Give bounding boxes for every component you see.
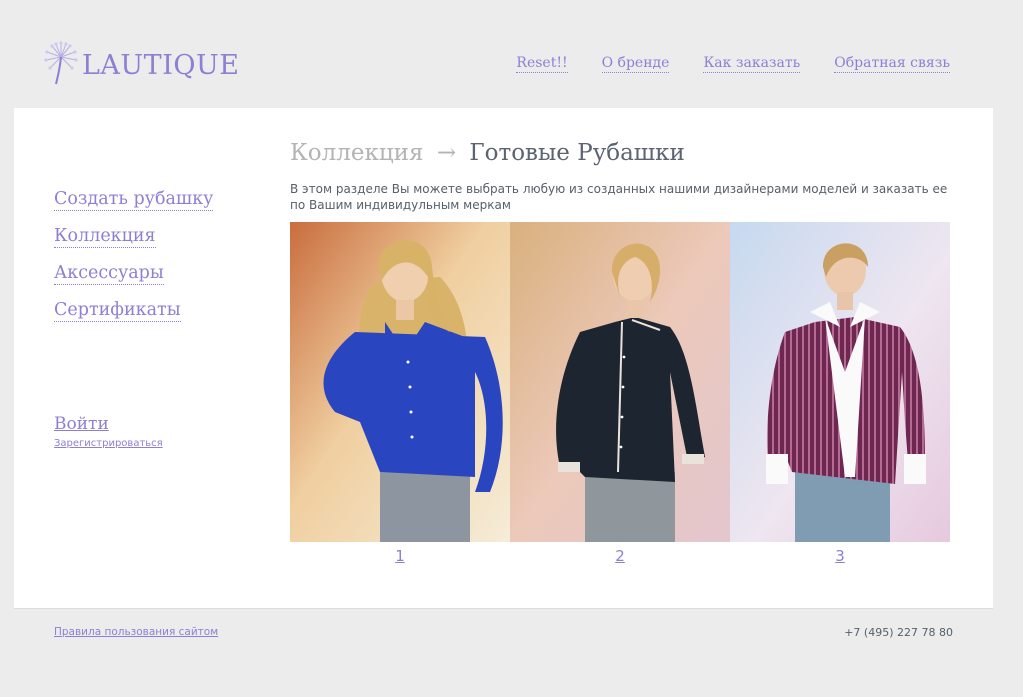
nav-about-brand[interactable]: О бренде: [601, 55, 670, 73]
breadcrumb-current: Готовые Рубашки: [469, 140, 685, 166]
auth-links: Войти Зарегистрироваться: [54, 414, 163, 449]
register-link[interactable]: Зарегистрироваться: [54, 438, 163, 449]
page-title: Коллекция → Готовые Рубашки: [290, 140, 685, 166]
breadcrumb-arrow: →: [436, 140, 457, 166]
logo[interactable]: LAUTIQUE: [42, 40, 239, 86]
sidebar-item-certificates[interactable]: Сертификаты: [54, 299, 181, 322]
nav-how-to-order[interactable]: Как заказать: [703, 55, 801, 73]
sidebar-item-create-shirt[interactable]: Создать рубашку: [54, 188, 214, 211]
gallery-link-1[interactable]: 1: [395, 547, 405, 565]
nav-reset[interactable]: Reset!!: [516, 55, 568, 73]
gallery-item: 2: [510, 222, 730, 565]
gallery-link-2[interactable]: 2: [615, 547, 625, 565]
shirt-photo-1[interactable]: [290, 222, 510, 542]
login-link[interactable]: Войти: [54, 414, 109, 434]
terms-link[interactable]: Правила пользования сайтом: [54, 626, 218, 638]
model-blue-shirt-image: [290, 222, 510, 542]
section-description: В этом разделе Вы можете выбрать любую и…: [290, 182, 948, 212]
content-panel: Создать рубашку Коллекция Аксессуары Сер…: [14, 108, 993, 609]
shirt-photo-3[interactable]: [730, 222, 950, 542]
sidebar-item-collection[interactable]: Коллекция: [54, 225, 156, 248]
shirt-gallery: 1 2 3: [290, 222, 950, 565]
gallery-item: 3: [730, 222, 950, 565]
logo-text: LAUTIQUE: [82, 49, 240, 81]
sidebar-navigation: Создать рубашку Коллекция Аксессуары Сер…: [54, 188, 214, 336]
nav-feedback[interactable]: Обратная связь: [834, 55, 950, 73]
phone-number: +7 (495) 227 78 80: [844, 626, 953, 639]
gallery-link-3[interactable]: 3: [835, 547, 845, 565]
breadcrumb-parent[interactable]: Коллекция: [290, 140, 424, 166]
dandelion-icon: [44, 41, 78, 85]
shirt-photo-2[interactable]: [510, 222, 730, 542]
model-striped-shirt-image: [730, 222, 950, 542]
gallery-item: 1: [290, 222, 510, 565]
top-navigation: Reset!! О бренде Как заказать Обратная с…: [516, 55, 950, 73]
sidebar-item-accessories[interactable]: Аксессуары: [54, 262, 164, 285]
model-black-shirt-image: [510, 222, 730, 542]
